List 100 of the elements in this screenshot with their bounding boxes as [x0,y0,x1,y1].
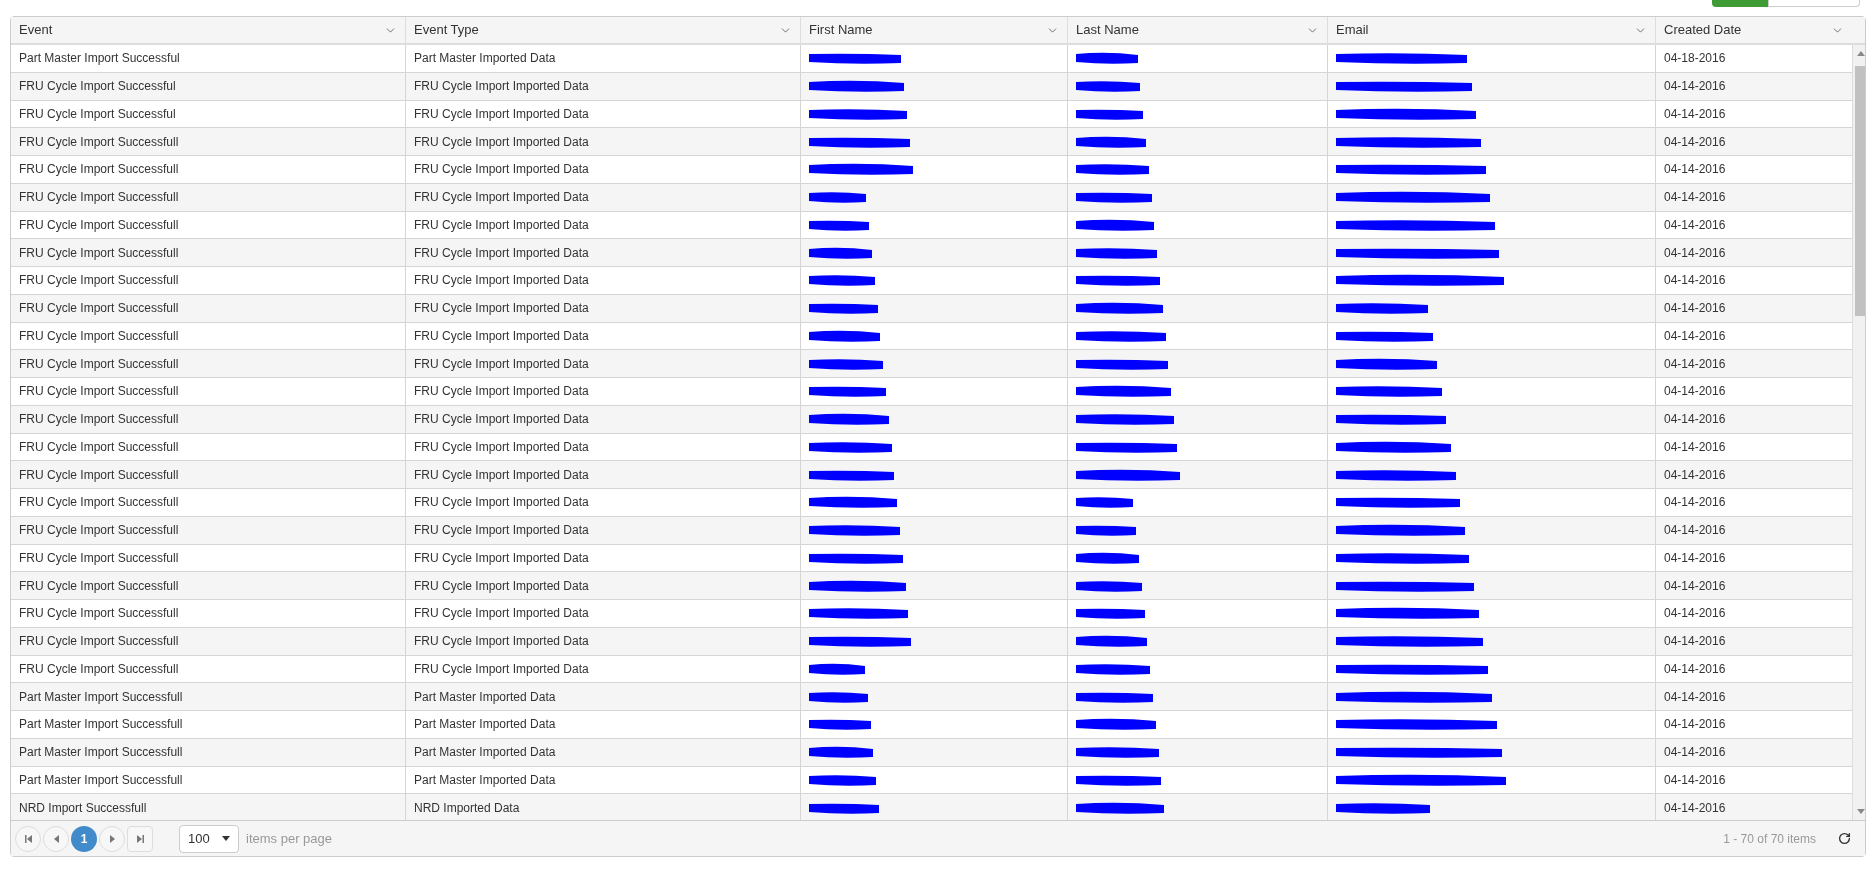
page-size-dropdown[interactable]: 100 [179,824,239,853]
page-button[interactable]: 1 [71,825,97,852]
table-cell-text: FRU Cycle Import Successfull [19,355,179,373]
table-cell-text: FRU Cycle Import Successfull [19,300,179,318]
table-cell-text: FRU Cycle Import Imported Data [414,577,589,595]
table-cell-text: 04-18-2016 [1664,50,1726,68]
table-cell-text: Part Master Imported Data [414,744,556,762]
next-page-icon [109,834,115,843]
column-header[interactable]: Last Name [1068,17,1328,43]
table-cell-text: 04-14-2016 [1664,78,1726,96]
table-cell-text: 04-14-2016 [1664,161,1726,179]
table-cell-text: FRU Cycle Import Imported Data [414,633,589,651]
column-header[interactable]: Event Type [406,17,801,43]
table-cell-text: FRU Cycle Import Imported Data [414,438,589,456]
table-cell-text: FRU Cycle Import Successful [19,105,176,123]
table-cell-text: 04-14-2016 [1664,411,1726,429]
table-cell-text: 04-14-2016 [1664,688,1726,706]
table-cell-text: NRD Imported Data [414,799,520,817]
table-cell-text: FRU Cycle Import Successfull [19,494,179,512]
table-cell-text: 04-14-2016 [1664,355,1726,373]
table-cell-text: FRU Cycle Import Successfull [19,605,179,623]
table-cell-text: FRU Cycle Import Successfull [19,383,179,401]
table-cell-text: 04-14-2016 [1664,716,1726,734]
table-cell-text: FRU Cycle Import Successfull [19,633,179,651]
table-cell-text: FRU Cycle Import Imported Data [414,272,589,290]
table-cell-text: FRU Cycle Import Imported Data [414,549,589,567]
scrollbar-thumb[interactable] [1854,66,1865,316]
table-cell-text: 04-14-2016 [1664,189,1726,207]
first-page-button[interactable] [15,825,41,852]
table-cell-text: 04-14-2016 [1664,105,1726,123]
table-cell-text: 04-14-2016 [1664,744,1726,762]
table-cell-text: 04-14-2016 [1664,549,1726,567]
table-cell-text: 04-14-2016 [1664,605,1726,623]
table-cell-text: FRU Cycle Import Successfull [19,522,179,540]
previous-page-icon [53,834,59,843]
table-cell-text: FRU Cycle Import Successfull [19,161,179,179]
table-cell-text: FRU Cycle Import Imported Data [414,216,589,234]
scroll-up-icon[interactable] [1857,51,1865,56]
dropdown-arrow-icon [222,836,230,841]
table-cell-text: 04-14-2016 [1664,577,1726,595]
table-cell-text: FRU Cycle Import Imported Data [414,78,589,96]
table-cell-text: NRD Import Successfull [19,799,147,817]
table-cell-text: Part Master Import Successfull [19,688,183,706]
column-header[interactable]: First Name [801,17,1068,43]
table-cell-text: FRU Cycle Import Successfull [19,327,179,345]
table-cell-text: FRU Cycle Import Imported Data [414,327,589,345]
table-cell-text: FRU Cycle Import Imported Data [414,161,589,179]
scroll-down-icon[interactable] [1857,809,1865,814]
table-cell-text: Part Master Imported Data [414,716,556,734]
table-cell-text: FRU Cycle Import Imported Data [414,466,589,484]
table-cell-text: Part Master Import Successful [19,50,180,68]
table-cell-text: 04-14-2016 [1664,438,1726,456]
column-header[interactable]: Event [11,17,406,43]
last-page-icon [136,834,144,843]
column-header[interactable]: Email [1328,17,1656,43]
table-cell-text: FRU Cycle Import Imported Data [414,244,589,262]
table-cell-text: FRU Cycle Import Imported Data [414,133,589,151]
table-cell-text: Part Master Import Successfull [19,771,183,789]
table-cell-text: FRU Cycle Import Imported Data [414,605,589,623]
table-cell-text: FRU Cycle Import Successfull [19,133,179,151]
table-cell-text: Part Master Imported Data [414,688,556,706]
table-cell-text: FRU Cycle Import Imported Data [414,660,589,678]
table-cell-text: 04-14-2016 [1664,272,1726,290]
table-cell-text: FRU Cycle Import Successful [19,78,176,96]
table-cell-text: FRU Cycle Import Imported Data [414,383,589,401]
table-cell-text: 04-14-2016 [1664,494,1726,512]
table-cell-text: 04-14-2016 [1664,771,1726,789]
table-cell-text: FRU Cycle Import Successfull [19,577,179,595]
items-per-page-label: items per page [246,829,332,848]
scrollbar[interactable] [1852,45,1865,820]
refresh-icon[interactable] [1838,832,1851,845]
table-cell-text: FRU Cycle Import Successfull [19,466,179,484]
table-cell-text: FRU Cycle Import Successfull [19,411,179,429]
table-cell-text: FRU Cycle Import Imported Data [414,105,589,123]
secondary-button[interactable] [1768,0,1860,7]
table-cell-text: FRU Cycle Import Imported Data [414,189,589,207]
table-cell-text: FRU Cycle Import Imported Data [414,494,589,512]
table-cell-text: Part Master Imported Data [414,771,556,789]
table-cell-text: FRU Cycle Import Successfull [19,660,179,678]
table-cell-text: 04-14-2016 [1664,799,1726,817]
first-page-icon [24,834,32,843]
table-cell-text: FRU Cycle Import Successfull [19,438,179,456]
table-cell-text: FRU Cycle Import Imported Data [414,300,589,318]
table-cell-text: 04-14-2016 [1664,522,1726,540]
table-cell-text: 04-14-2016 [1664,244,1726,262]
table-cell-text: 04-14-2016 [1664,383,1726,401]
next-page-button[interactable] [99,825,125,852]
table-cell-text: 04-14-2016 [1664,327,1726,345]
table-cell-text: 04-14-2016 [1664,133,1726,151]
table-cell-text: Part Master Import Successfull [19,716,183,734]
table-cell-text: Part Master Import Successfull [19,744,183,762]
column-header[interactable]: Created Date [1656,17,1852,43]
table-cell-text: FRU Cycle Import Imported Data [414,522,589,540]
pager-summary: 1 - 70 of 70 items [1723,830,1816,848]
table-cell-text: 04-14-2016 [1664,216,1726,234]
last-page-button[interactable] [127,825,153,852]
table-cell-text: FRU Cycle Import Successfull [19,189,179,207]
table-cell-text: FRU Cycle Import Successfull [19,216,179,234]
table-cell-text: Part Master Imported Data [414,50,556,68]
previous-page-button[interactable] [43,825,69,852]
